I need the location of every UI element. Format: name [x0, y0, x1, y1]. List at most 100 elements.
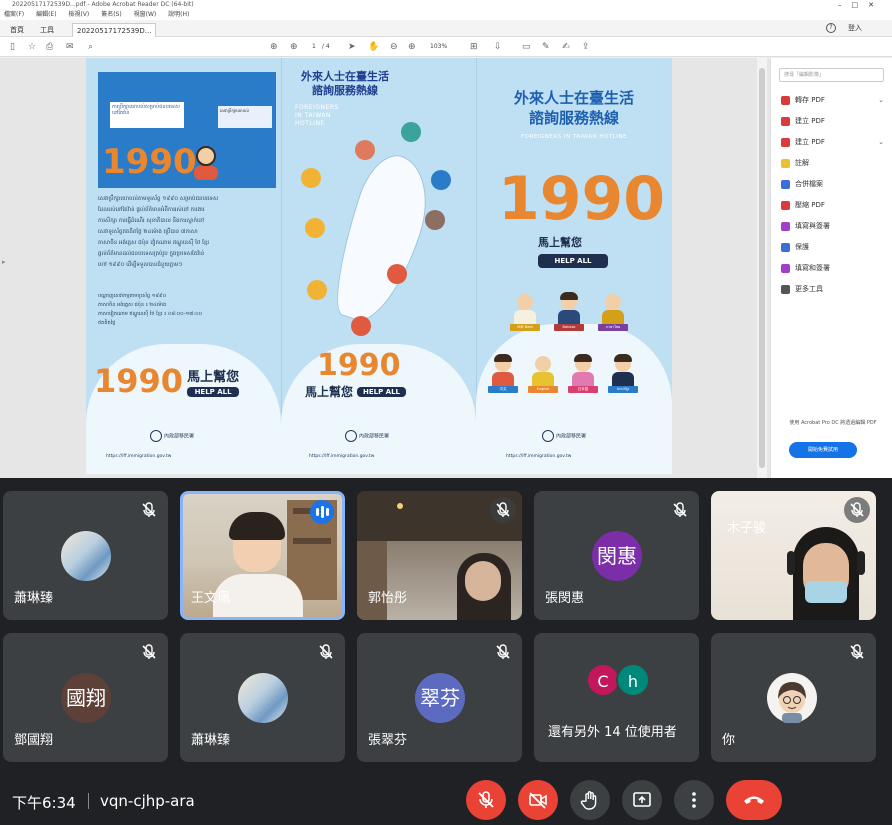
- figure-english: English: [528, 356, 558, 393]
- camera-toggle-button[interactable]: [518, 780, 558, 820]
- tool-create-pdf-2[interactable]: 建立 PDF ⌄: [771, 132, 892, 153]
- create-icon[interactable]: ▯: [10, 42, 15, 52]
- sign-in-link[interactable]: 登入: [848, 23, 862, 33]
- scroll-mode-icon[interactable]: ⇩: [494, 42, 502, 52]
- participant-tile[interactable]: 蕭琳臻: [180, 633, 345, 762]
- help-icon[interactable]: ?: [826, 23, 836, 33]
- more-options-button[interactable]: [674, 780, 714, 820]
- menu-view[interactable]: 檢視(V): [68, 11, 89, 18]
- left-pane-arrow-icon[interactable]: ▸: [2, 258, 6, 266]
- khmer-header-block: ការប្រឹក្សាយោបល់សម្រាប់ជនបរទេសនៅតៃវ៉ាន់ …: [98, 72, 276, 188]
- print-icon[interactable]: ⎙: [46, 42, 53, 52]
- meeting-code: vqn-cjhp-ara: [100, 792, 195, 810]
- tool-label: 合併檔案: [795, 180, 823, 188]
- shield-icon: [781, 242, 790, 252]
- mic-off-icon: [136, 497, 162, 523]
- participant-tile[interactable]: 國翔 鄧國翔: [3, 633, 168, 762]
- tab-home[interactable]: 首頁: [6, 23, 28, 37]
- meeting-time: 下午6:34: [12, 794, 76, 812]
- participant-tile[interactable]: 閔惠 張閔惠: [534, 491, 699, 620]
- participant-tile[interactable]: 翠芬 張翠芬: [357, 633, 522, 762]
- page-current[interactable]: 1: [312, 43, 316, 50]
- document-scrollbar[interactable]: [757, 58, 767, 478]
- slogan-p2: 馬上幫您: [305, 385, 354, 399]
- next-page-icon[interactable]: ⊕: [290, 42, 298, 52]
- help-all-p2: HELP ALL: [357, 386, 407, 397]
- lang-tag-japanese: 日本語: [568, 386, 598, 393]
- compress-icon: [781, 200, 790, 210]
- menu-sign[interactable]: 簽名(S): [101, 11, 122, 18]
- tool-label: 壓縮 PDF: [795, 201, 825, 209]
- search-icon[interactable]: ⌕: [88, 42, 93, 52]
- tool-fill-sign[interactable]: 填寫與簽署: [771, 216, 892, 237]
- avatar: [767, 673, 817, 723]
- comment-icon[interactable]: ▭: [522, 42, 531, 52]
- raise-hand-button[interactable]: [570, 780, 610, 820]
- brochure-page: ការប្រឹក្សាយោបល់សម្រាប់ជនបរទេសនៅតៃវ៉ាន់ …: [86, 58, 672, 474]
- zoom-in-icon[interactable]: ⊕: [408, 42, 416, 52]
- slogan-p1: 馬上幫您: [187, 369, 240, 385]
- khmer-heading-strip: ការប្រឹក្សាយោបល់សម្រាប់ជនបរទេសនៅតៃវ៉ាន់: [110, 102, 184, 128]
- tool-label: 轉存 PDF: [795, 96, 825, 104]
- acrobat-menubar: 檔案(F) 編輯(E) 檢視(V) 簽名(S) 視窗(W) 說明(H): [0, 10, 892, 20]
- menu-file[interactable]: 檔案(F): [4, 11, 24, 18]
- tools-search-input[interactable]: 搜尋「編輯影像」: [779, 68, 884, 82]
- footer-url-p1: https://iff.immigration.gov.tw: [106, 454, 172, 459]
- tool-comment[interactable]: 註解: [771, 153, 892, 174]
- sign-icon[interactable]: ✍: [562, 42, 570, 52]
- tab-tools[interactable]: 工具: [36, 23, 58, 37]
- seal-icon: [542, 430, 554, 442]
- taiwan-map: [322, 147, 442, 331]
- fill-sign-icon: [781, 221, 790, 231]
- mic-toggle-button[interactable]: [466, 780, 506, 820]
- participant-tile[interactable]: 蕭琳臻: [3, 491, 168, 620]
- tool-create-pdf[interactable]: 建立 PDF: [771, 111, 892, 132]
- present-screen-button[interactable]: [622, 780, 662, 820]
- tool-more[interactable]: 更多工具: [771, 279, 892, 300]
- participant-tile-self[interactable]: 你: [711, 633, 876, 762]
- menu-window[interactable]: 視窗(W): [134, 11, 157, 18]
- help-all-p1: HELP ALL: [187, 386, 240, 397]
- leave-call-button[interactable]: [726, 780, 782, 820]
- mic-off-icon: [136, 639, 162, 665]
- lang-tag-thai: ภาษาไทย: [598, 324, 628, 331]
- tool-combine[interactable]: 合併檔案: [771, 174, 892, 195]
- prev-page-icon[interactable]: ⊕: [270, 42, 278, 52]
- tool-protect[interactable]: 保護: [771, 237, 892, 258]
- zoom-out-icon[interactable]: ⊖: [390, 42, 398, 52]
- brochure-panel-cover: 外來人士在臺生活 諮詢服務熱線 FOREIGNERS IN TAIWAN HOT…: [476, 58, 672, 474]
- window-controls: –□✕: [838, 1, 884, 9]
- participant-name: 你: [722, 733, 736, 748]
- khmer-paragraph: សេវាប្រឹក្សាយោបល់តាមទូរស័ព្ទ ១៩៩០ សម្រាប…: [98, 196, 219, 268]
- map-category-residence-icon: [301, 168, 321, 188]
- hotline-number-p2: 1990: [317, 348, 401, 383]
- select-tool-icon[interactable]: ➤: [348, 42, 356, 52]
- tool-fill-sign-2[interactable]: 填寫和簽署: [771, 258, 892, 279]
- participant-name: 蕭琳臻: [14, 591, 54, 606]
- participant-tile-active[interactable]: 王文珮: [180, 491, 345, 620]
- tool-compress[interactable]: 壓縮 PDF: [771, 195, 892, 216]
- star-icon[interactable]: ☆: [28, 42, 36, 52]
- hand-tool-icon[interactable]: ✋: [368, 42, 379, 52]
- mic-off-icon: [478, 791, 494, 808]
- scrollbar-thumb[interactable]: [759, 68, 765, 468]
- participant-tile[interactable]: 木子骏: [711, 491, 876, 620]
- others-tile[interactable]: C h 還有另外 14 位使用者: [534, 633, 699, 762]
- free-trial-button[interactable]: 開始免費試用: [789, 442, 857, 458]
- pen-icon[interactable]: ✎: [542, 42, 550, 52]
- mail-icon[interactable]: ✉: [66, 42, 74, 52]
- lang-tag-english: English: [528, 386, 558, 393]
- menu-help[interactable]: 說明(H): [168, 11, 189, 18]
- fit-page-icon[interactable]: ⊞: [470, 42, 478, 52]
- khmer-service-hours: បណ្តាញសេវាកម្មតាមទូរស័ព្ទ ១៩៩០ ភាសាចិន អង…: [98, 293, 203, 326]
- share-icon[interactable]: ⇪: [582, 42, 590, 52]
- map-category-transport-icon: [431, 170, 451, 190]
- figure-khmer: ភាសាខ្មែរ: [608, 354, 638, 393]
- menu-edit[interactable]: 編輯(E): [36, 11, 56, 18]
- participant-tile[interactable]: 郭怡彤: [357, 491, 522, 620]
- khmer-note-strip: សេវាប្រឹក្សាយោបល់: [218, 106, 272, 128]
- zoom-level[interactable]: 103%: [430, 43, 447, 50]
- tool-export-pdf[interactable]: 轉存 PDF ⌄: [771, 90, 892, 111]
- tab-document[interactable]: 20220517172539D...: [72, 23, 157, 37]
- seal-icon: [345, 430, 357, 442]
